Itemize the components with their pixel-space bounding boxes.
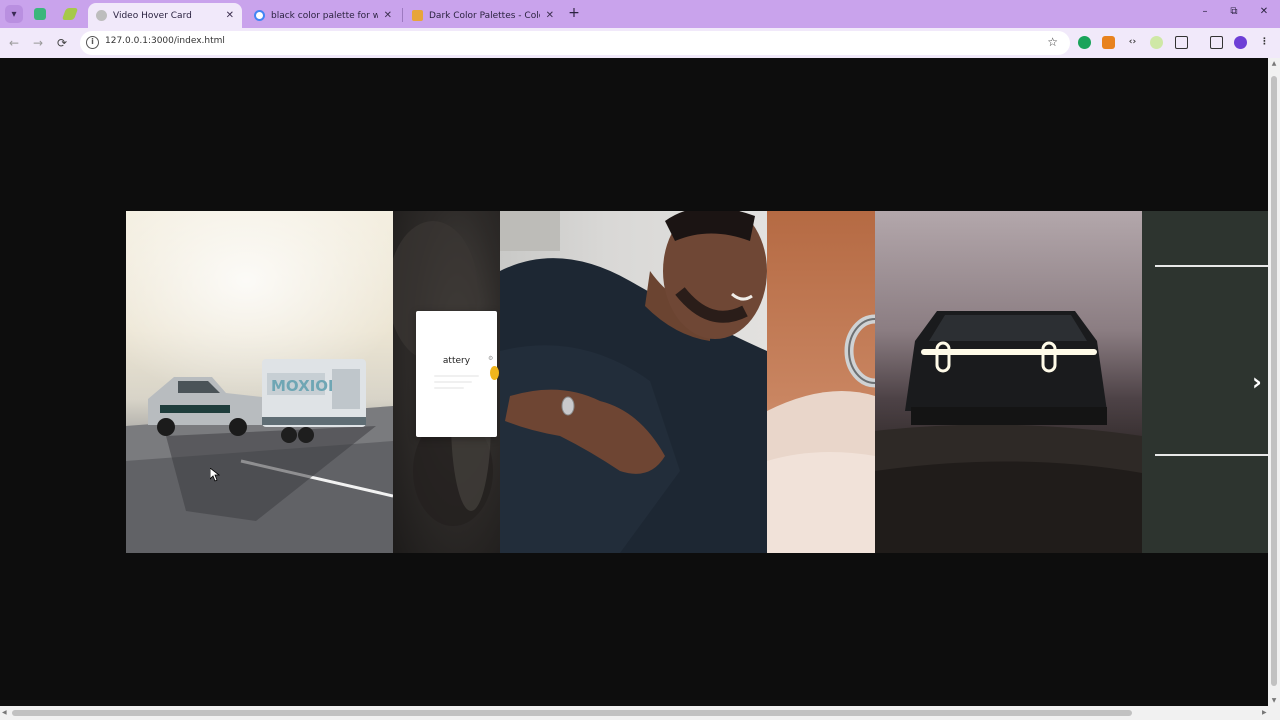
decorative-line bbox=[1155, 265, 1268, 267]
close-window-button[interactable]: ✕ bbox=[1257, 6, 1271, 17]
tab-search-button[interactable]: ▾ bbox=[5, 5, 23, 23]
video-card-rivian[interactable] bbox=[875, 211, 1142, 553]
next-arrow-icon[interactable]: › bbox=[1252, 368, 1262, 396]
scroll-up-icon[interactable]: ▲ bbox=[1270, 60, 1278, 67]
video-card-green[interactable]: › bbox=[1142, 211, 1268, 553]
bookmark-star-icon[interactable]: ☆ bbox=[1047, 35, 1058, 49]
profile-avatar[interactable] bbox=[1234, 36, 1247, 49]
leaf-icon bbox=[61, 8, 79, 20]
battery-info-card[interactable]: attery ⚙ bbox=[416, 311, 499, 437]
svg-text:MOXION: MOXION bbox=[271, 377, 341, 395]
video-card-man[interactable] bbox=[500, 211, 767, 553]
site-info-icon[interactable]: i bbox=[86, 36, 99, 49]
battery-indicator-dot bbox=[490, 366, 499, 380]
mouse-cursor-icon bbox=[210, 468, 220, 482]
close-tab-icon[interactable]: ✕ bbox=[384, 10, 392, 21]
rivian-illustration bbox=[875, 311, 1142, 553]
new-tab-button[interactable]: + bbox=[566, 5, 582, 21]
globe-icon bbox=[96, 10, 107, 21]
browser-menu-icon[interactable]: ⋮ bbox=[1258, 36, 1271, 49]
scroll-left-icon[interactable]: ◀ bbox=[2, 709, 7, 716]
scroll-right-icon[interactable]: ▶ bbox=[1262, 709, 1267, 716]
truck-illustration: MOXION bbox=[126, 211, 393, 553]
tab-title: Dark Color Palettes - Color Hunt bbox=[429, 10, 540, 21]
code-extension-icon[interactable]: ‹› bbox=[1126, 36, 1139, 49]
horizontal-scroll-thumb[interactable] bbox=[12, 710, 1132, 716]
ring-illustration bbox=[767, 314, 875, 553]
gear-icon: ⚙ bbox=[488, 355, 494, 362]
tab-video-hover-card[interactable]: Video Hover Card ✕ bbox=[88, 3, 242, 28]
side-panel-icon[interactable] bbox=[1210, 36, 1223, 49]
metamask-extension-icon[interactable] bbox=[1102, 36, 1115, 49]
card-placeholder-line bbox=[434, 375, 479, 377]
man-illustration bbox=[500, 211, 767, 553]
pinned-tab-1[interactable] bbox=[32, 6, 48, 22]
card-placeholder-line bbox=[434, 381, 472, 383]
address-bar[interactable]: i 127.0.0.1:3000/index.html ☆ bbox=[80, 31, 1070, 55]
browser-chrome: ▾ Video Hover Card ✕ black color palette… bbox=[0, 0, 1280, 58]
close-tab-icon[interactable]: ✕ bbox=[546, 10, 554, 21]
scroll-down-icon[interactable]: ▼ bbox=[1270, 697, 1278, 704]
card-placeholder-line bbox=[434, 387, 464, 389]
browser-toolbar: ← → ⟳ i 127.0.0.1:3000/index.html ☆ ‹› ⋮ bbox=[0, 28, 1280, 58]
decorative-line bbox=[1155, 454, 1268, 456]
tab-black-color-palette[interactable]: black color palette for website ✕ bbox=[246, 3, 400, 28]
pinned-tab-2[interactable] bbox=[61, 6, 79, 22]
minimize-button[interactable]: – bbox=[1198, 6, 1212, 17]
grammarly-extension-icon[interactable] bbox=[1078, 36, 1091, 49]
video-card-ring[interactable] bbox=[767, 211, 875, 553]
tab-strip: ▾ Video Hover Card ✕ black color palette… bbox=[0, 0, 1280, 28]
close-tab-icon[interactable]: ✕ bbox=[226, 10, 234, 21]
vertical-scrollbar[interactable]: ▲ ▼ bbox=[1268, 58, 1280, 706]
reload-button[interactable]: ⟳ bbox=[54, 35, 70, 51]
video-card-truck[interactable]: MOXION bbox=[126, 211, 393, 553]
restore-button[interactable]: ⧉ bbox=[1227, 6, 1241, 17]
puzzle-extension-icon[interactable] bbox=[1175, 36, 1188, 49]
google-icon bbox=[254, 10, 265, 21]
battery-card-label: attery bbox=[442, 356, 471, 366]
forward-button[interactable]: → bbox=[30, 35, 46, 51]
vertical-scroll-thumb[interactable] bbox=[1271, 76, 1277, 686]
page-viewport: MOXION attery ⚙ › bbox=[0, 58, 1268, 706]
tab-dark-color-palettes[interactable]: Dark Color Palettes - Color Hunt ✕ bbox=[404, 3, 562, 28]
tab-title: black color palette for website bbox=[271, 10, 378, 21]
back-button[interactable]: ← bbox=[6, 35, 22, 51]
video-card-row: MOXION attery ⚙ › bbox=[126, 211, 1268, 553]
color-hunt-icon bbox=[412, 10, 423, 21]
horizontal-scrollbar[interactable]: ◀ ▶ bbox=[0, 706, 1280, 720]
tab-title: Video Hover Card bbox=[113, 10, 192, 21]
tab-separator bbox=[402, 8, 403, 22]
video-card-sand[interactable]: attery ⚙ bbox=[393, 211, 500, 553]
pinned-tab-icon bbox=[34, 8, 46, 20]
leaf-extension-icon[interactable] bbox=[1150, 36, 1163, 49]
url-text[interactable]: 127.0.0.1:3000/index.html bbox=[105, 36, 225, 46]
